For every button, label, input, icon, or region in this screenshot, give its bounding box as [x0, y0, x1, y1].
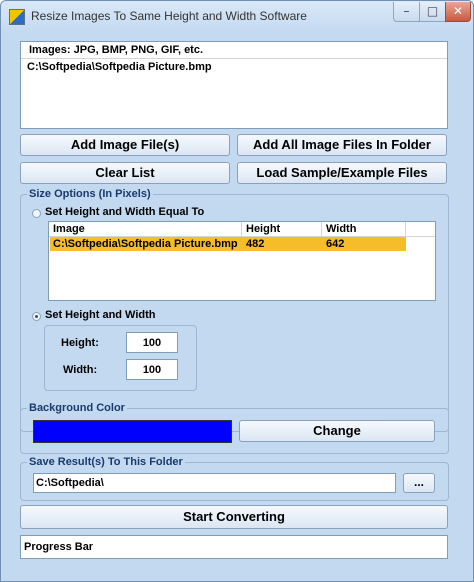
client-area: Images: JPG, BMP, PNG, GIF, etc. C:\Soft…	[8, 34, 466, 574]
app-icon	[9, 9, 25, 25]
save-folder-legend: Save Result(s) To This Folder	[27, 456, 185, 468]
background-color-group: Background Color Change	[20, 402, 449, 454]
file-list[interactable]: Images: JPG, BMP, PNG, GIF, etc. C:\Soft…	[20, 41, 448, 129]
start-converting-button[interactable]: Start Converting	[20, 505, 448, 529]
option-equal-label[interactable]: Set Height and Width Equal To	[45, 206, 204, 218]
image-size-table[interactable]: Image Height Width C:\Softpedia\Softpedi…	[48, 221, 436, 301]
width-label: Width:	[63, 364, 98, 376]
list-item[interactable]: C:\Softpedia\Softpedia Picture.bmp	[27, 61, 212, 73]
minimize-icon[interactable]: –	[393, 2, 420, 22]
maximize-icon[interactable]: □	[419, 2, 446, 22]
cell-height: 482	[246, 238, 265, 250]
cell-image: C:\Softpedia\Softpedia Picture.bmp	[53, 238, 238, 250]
radio-equal[interactable]	[32, 209, 41, 218]
option-set-label[interactable]: Set Height and Width	[45, 309, 156, 321]
table-header: Image Height Width	[49, 222, 435, 237]
change-color-button[interactable]: Change	[239, 420, 435, 442]
load-sample-button[interactable]: Load Sample/Example Files	[237, 162, 447, 184]
clear-list-button[interactable]: Clear List	[20, 162, 230, 184]
add-image-files-button[interactable]: Add Image File(s)	[20, 134, 230, 156]
width-input[interactable]	[126, 359, 178, 380]
col-width[interactable]: Width	[322, 222, 406, 236]
file-list-header: Images: JPG, BMP, PNG, GIF, etc.	[21, 42, 447, 59]
col-height[interactable]: Height	[242, 222, 322, 236]
progress-label: Progress Bar	[24, 541, 94, 553]
cell-width: 642	[326, 238, 345, 250]
radio-set[interactable]	[32, 312, 41, 321]
browse-button[interactable]: ...	[403, 473, 435, 493]
add-folder-button[interactable]: Add All Image Files In Folder	[237, 134, 447, 156]
size-options-legend: Size Options (In Pixels)	[27, 188, 153, 200]
save-folder-group: Save Result(s) To This Folder ...	[20, 456, 449, 501]
col-image[interactable]: Image	[49, 222, 242, 236]
save-folder-input[interactable]	[33, 473, 396, 493]
size-options-group: Size Options (In Pixels) Set Height and …	[20, 188, 449, 432]
dimensions-box: Height: Width:	[44, 325, 197, 391]
window-title: Resize Images To Same Height and Width S…	[31, 9, 307, 23]
table-row[interactable]: C:\Softpedia\Softpedia Picture.bmp 482 6…	[50, 237, 406, 251]
title-bar[interactable]: Resize Images To Same Height and Width S…	[1, 1, 473, 34]
height-input[interactable]	[126, 332, 178, 353]
height-label: Height:	[61, 337, 99, 349]
progress-bar: Progress Bar	[20, 535, 448, 559]
close-icon[interactable]: ✕	[445, 2, 471, 22]
background-color-legend: Background Color	[27, 402, 127, 414]
app-window: Resize Images To Same Height and Width S…	[0, 0, 474, 582]
color-swatch[interactable]	[33, 420, 232, 443]
